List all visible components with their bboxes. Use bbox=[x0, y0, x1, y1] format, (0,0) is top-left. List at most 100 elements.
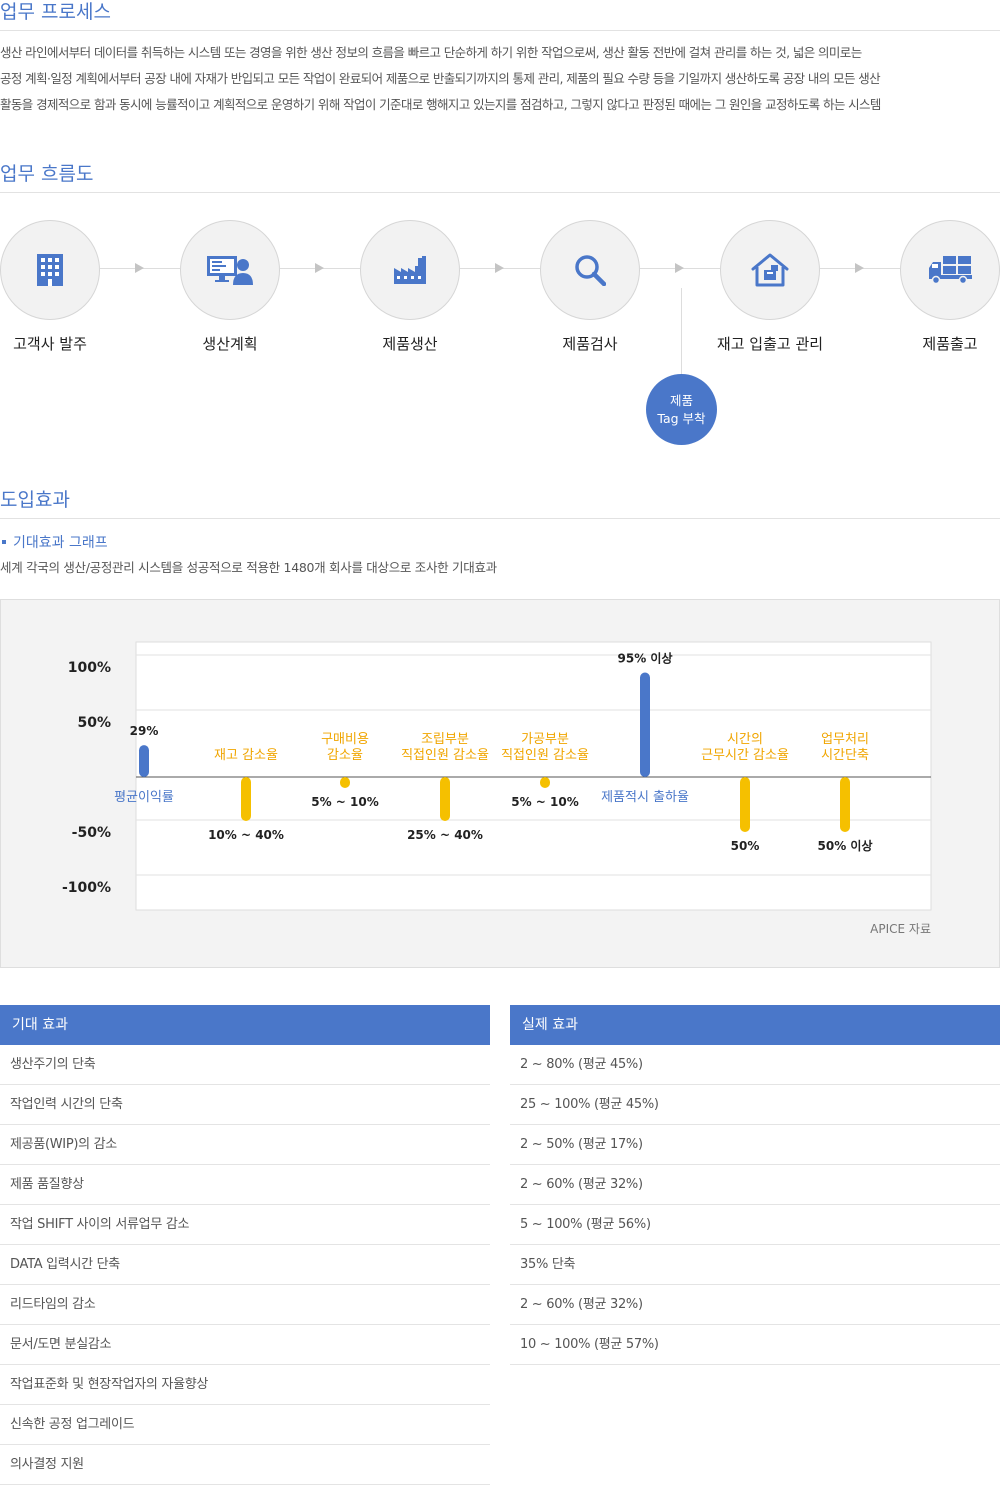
table-row: DATA 입력시간 단축 bbox=[0, 1245, 490, 1285]
table-row: 2 ~ 60% (평균 32%) bbox=[510, 1285, 1000, 1325]
tag-connector-line bbox=[681, 288, 682, 374]
effects-title: 도입효과 bbox=[0, 488, 1000, 519]
process-title: 업무 프로세스 bbox=[0, 0, 1000, 31]
data-label: 29% bbox=[130, 724, 159, 738]
actual-effects-rows: 2 ~ 80% (평균 45%) 25 ~ 100% (평균 45%) 2 ~ 50… bbox=[510, 1045, 1000, 1365]
step-label: 고객사 발주 bbox=[13, 335, 87, 353]
bar bbox=[740, 777, 750, 832]
expected-effect-chart: 100% 50% -50% -100% 29% 평균이익률 10% ~ 40% 재고 감소율 5… bbox=[0, 599, 1000, 968]
actual-effects-header: 실제 효과 bbox=[510, 1005, 1000, 1045]
data-label: 95% 이상 bbox=[618, 651, 673, 666]
step-circle bbox=[540, 220, 640, 320]
table-row: 35% 단축 bbox=[510, 1245, 1000, 1285]
data-label: 10% ~ 40% bbox=[208, 828, 284, 842]
table-row: 작업 SHIFT 사이의 서류업무 감소 bbox=[0, 1205, 490, 1245]
y-tick-label: -50% bbox=[72, 825, 111, 841]
flow-step-shipping: 제품출고 bbox=[900, 220, 1000, 353]
bullet-icon bbox=[2, 539, 6, 544]
bar bbox=[139, 745, 149, 777]
category-label: 시간의 bbox=[727, 732, 763, 747]
flow-step-order: 고객사 발주 bbox=[0, 220, 100, 353]
graph-title: 기대효과 그래프 bbox=[0, 532, 108, 552]
warehouse-icon bbox=[751, 253, 789, 287]
category-label: 직접인원 감소율 bbox=[501, 748, 589, 763]
table-row: 신속한 공정 업그레이드 bbox=[0, 1405, 490, 1445]
process-line: 공정 계획·일정 계획에서부터 공장 내에 자재가 반입되고 모든 작업이 완료… bbox=[0, 71, 881, 86]
step-label: 제품출고 bbox=[922, 335, 978, 353]
expected-effects-table: 기대 효과 생산주기의 단축 작업인력 시간의 단축 제공품(WIP)의 감소 제품 … bbox=[0, 1005, 490, 1485]
table-row: 작업표준화 및 현장작업자의 자율향상 bbox=[0, 1365, 490, 1405]
magnifier-icon bbox=[574, 254, 606, 286]
flow-arrow bbox=[100, 263, 180, 273]
flow-arrow bbox=[640, 263, 720, 273]
plot-area bbox=[135, 641, 932, 911]
flow-arrow bbox=[280, 263, 360, 273]
bar bbox=[540, 777, 550, 788]
table-row: 2 ~ 60% (평균 32%) bbox=[510, 1165, 1000, 1205]
step-circle bbox=[720, 220, 820, 320]
data-label: 50% bbox=[731, 839, 760, 853]
step-label: 제품생산 bbox=[382, 335, 438, 353]
table-row: 제품 품질향상 bbox=[0, 1165, 490, 1205]
category-label: 제품적시 출하율 bbox=[601, 790, 689, 805]
step-label: 제품검사 bbox=[562, 335, 618, 353]
table-row: 의사결정 지원 bbox=[0, 1445, 490, 1485]
planning-icon bbox=[207, 255, 253, 285]
category-label: 구매비용 bbox=[321, 732, 369, 747]
data-label: 25% ~ 40% bbox=[407, 828, 483, 842]
table-row: 10 ~ 100% (평균 57%) bbox=[510, 1325, 1000, 1365]
factory-icon bbox=[394, 256, 426, 284]
flow-step-inspection: 제품검사 bbox=[540, 220, 640, 353]
category-label: 시간단축 bbox=[821, 748, 869, 763]
y-tick-label: 100% bbox=[68, 660, 111, 676]
flow-step-production: 제품생산 bbox=[360, 220, 460, 353]
process-line: 생산 라인에서부터 데이터를 취득하는 시스템 또는 경영을 위한 생산 정보의… bbox=[0, 45, 862, 60]
bar bbox=[440, 777, 450, 821]
chart-svg: 100% 50% -50% -100% 29% 평균이익률 10% ~ 40% 재고 감소율 5… bbox=[62, 641, 932, 911]
step-circle bbox=[180, 220, 280, 320]
table-row: 문서/도면 분실감소 bbox=[0, 1325, 490, 1365]
table-row: 제공품(WIP)의 감소 bbox=[0, 1125, 490, 1165]
flow-title: 업무 흐름도 bbox=[0, 162, 1000, 193]
bar bbox=[640, 672, 650, 777]
data-label: 5% ~ 10% bbox=[311, 795, 379, 809]
table-row: 2 ~ 50% (평균 17%) bbox=[510, 1125, 1000, 1165]
step-circle bbox=[900, 220, 1000, 320]
category-label: 직접인원 감소율 bbox=[401, 748, 489, 763]
truck-icon bbox=[928, 256, 972, 284]
table-row: 리드타임의 감소 bbox=[0, 1285, 490, 1325]
y-tick-label: 50% bbox=[77, 715, 111, 731]
table-row: 작업인력 시간의 단축 bbox=[0, 1085, 490, 1125]
process-description: 생산 라인에서부터 데이터를 취득하는 시스템 또는 경영을 위한 생산 정보의… bbox=[0, 40, 1000, 118]
table-row: 5 ~ 100% (평균 56%) bbox=[510, 1205, 1000, 1245]
table-row: 25 ~ 100% (평균 45%) bbox=[510, 1085, 1000, 1125]
flow-arrow bbox=[820, 263, 900, 273]
step-circle bbox=[360, 220, 460, 320]
product-tag-bubble: 제품 Tag 부착 bbox=[646, 374, 717, 445]
category-label: 평균이익률 bbox=[114, 790, 174, 805]
flow-step-planning: 생산계획 bbox=[180, 220, 280, 353]
step-label: 생산계획 bbox=[202, 335, 258, 353]
chart-source: APICE 자료 bbox=[870, 922, 931, 936]
category-label: 감소율 bbox=[327, 748, 363, 763]
data-label: 5% ~ 10% bbox=[511, 795, 579, 809]
y-tick-label: -100% bbox=[62, 880, 111, 896]
category-label: 재고 감소율 bbox=[214, 748, 278, 763]
data-label: 50% 이상 bbox=[818, 838, 873, 853]
category-label: 조립부분 bbox=[421, 732, 469, 747]
category-label: 가공부분 bbox=[521, 732, 569, 747]
category-label: 근무시간 감소율 bbox=[701, 748, 789, 763]
category-label: 업무처리 bbox=[821, 732, 869, 747]
expected-effects-rows: 생산주기의 단축 작업인력 시간의 단축 제공품(WIP)의 감소 제품 품질향상 작업… bbox=[0, 1045, 490, 1485]
table-row: 2 ~ 80% (평균 45%) bbox=[510, 1045, 1000, 1085]
workflow-diagram: 고객사 발주 생산계획 제품생산 제품검사 재고 입출고 관리 제품출고 bbox=[0, 220, 1000, 450]
expected-effects-header: 기대 효과 bbox=[0, 1005, 490, 1045]
actual-effects-table: 실제 효과 2 ~ 80% (평균 45%) 25 ~ 100% (평균 45%)… bbox=[510, 1005, 1000, 1365]
graph-title-text: 기대효과 그래프 bbox=[13, 535, 108, 551]
flow-arrow bbox=[460, 263, 540, 273]
building-icon bbox=[37, 254, 63, 286]
tag-label-line1: 제품 bbox=[669, 392, 693, 408]
table-row: 생산주기의 단축 bbox=[0, 1045, 490, 1085]
bar bbox=[840, 777, 850, 832]
step-label: 재고 입출고 관리 bbox=[716, 335, 824, 353]
